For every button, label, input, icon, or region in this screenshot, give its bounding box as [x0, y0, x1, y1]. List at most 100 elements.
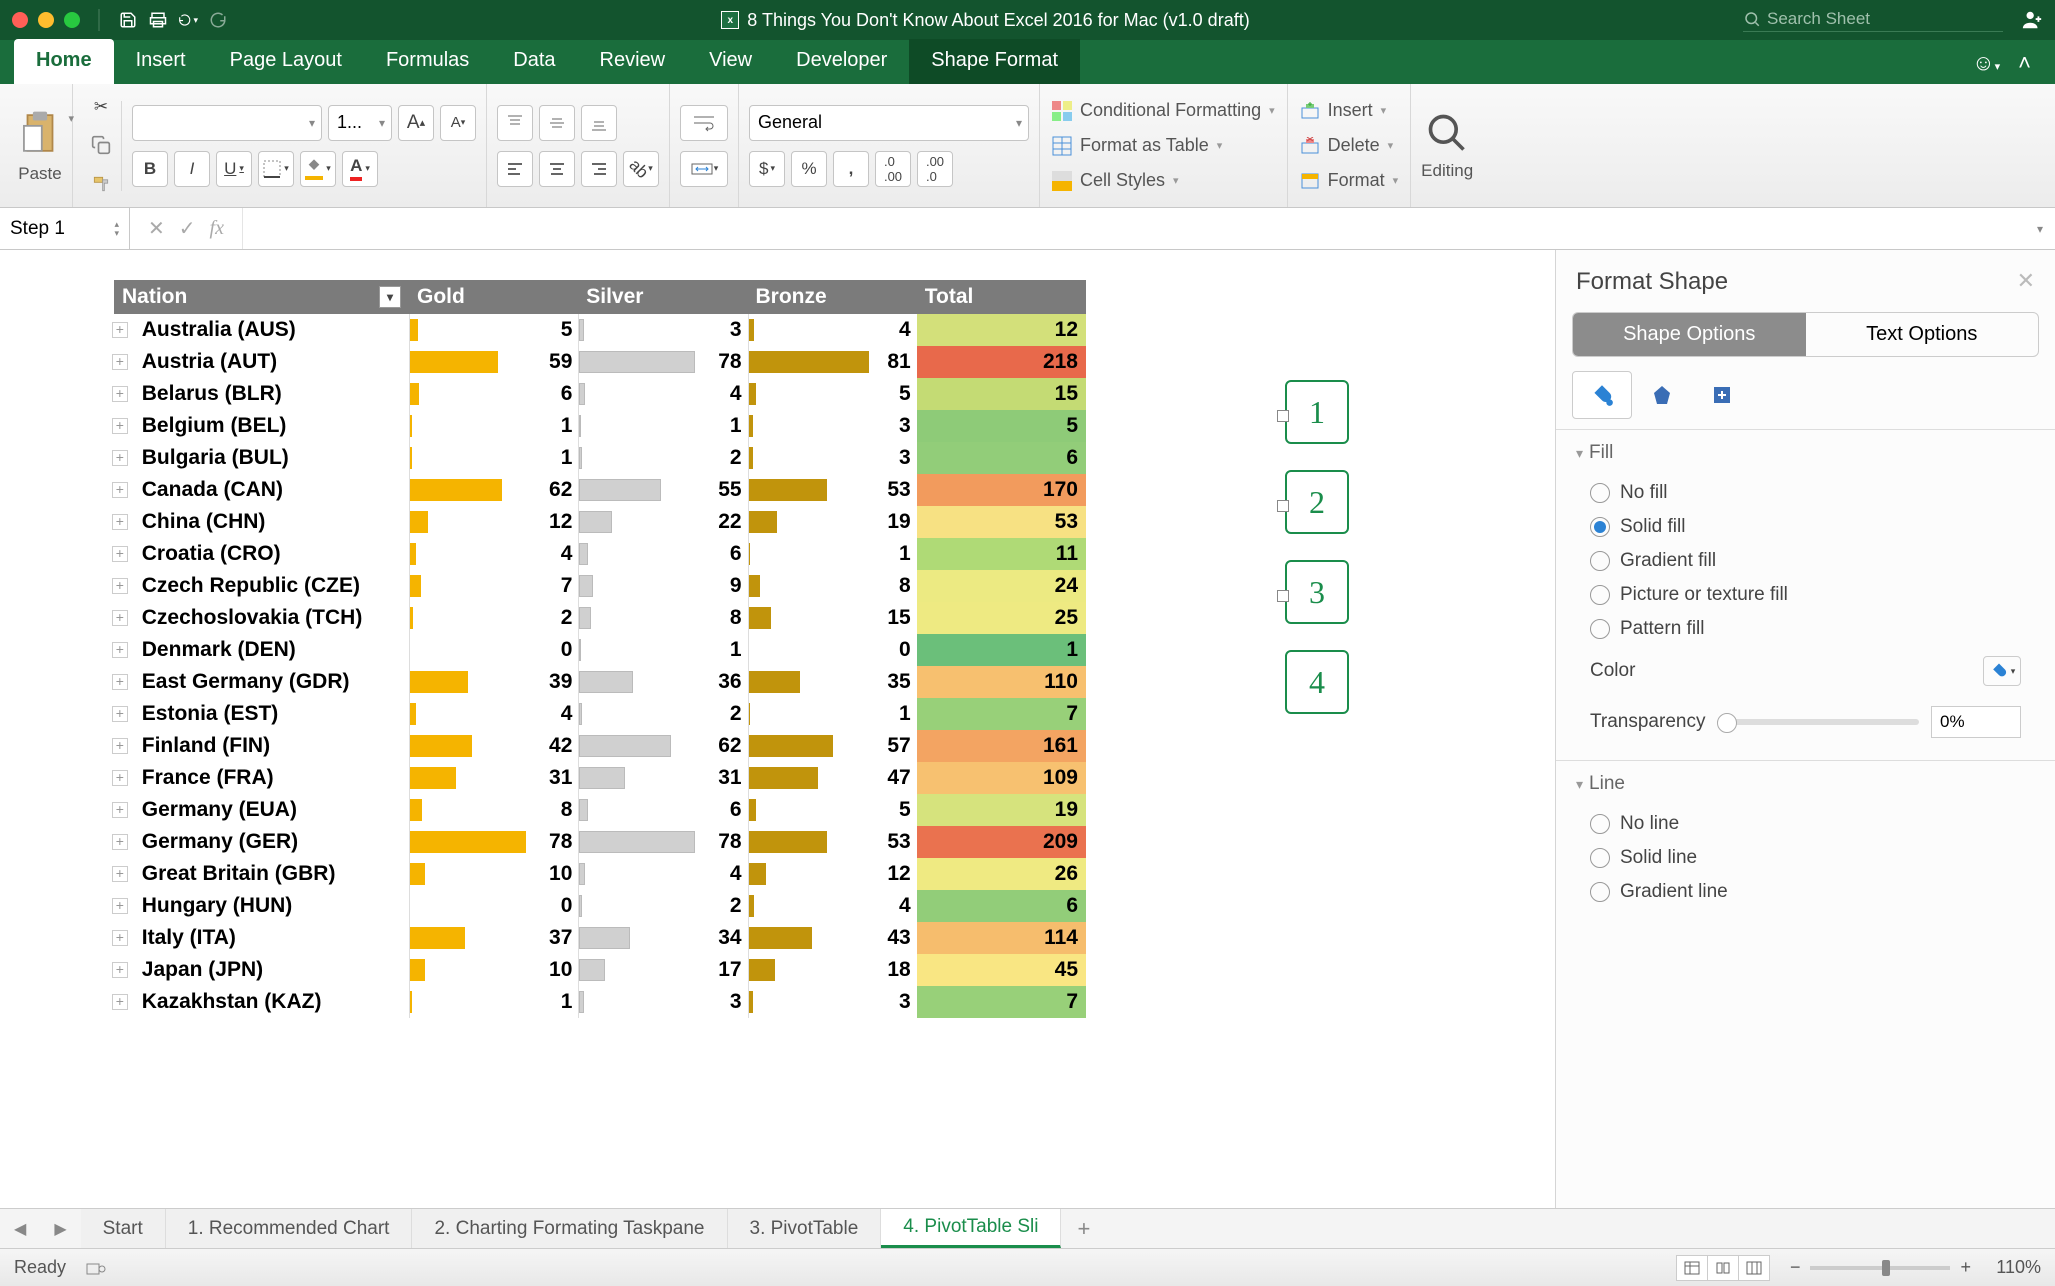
align-left-icon[interactable] [497, 151, 533, 187]
tab-home[interactable]: Home [14, 39, 114, 84]
table-row[interactable]: + Czechoslovakia (TCH) 2 8 15 25 [114, 602, 1086, 634]
fill-option[interactable]: No fill [1576, 476, 2035, 510]
collapse-ribbon-icon[interactable]: ˄ [2018, 50, 2031, 76]
decrease-decimal-icon[interactable]: .00.0 [917, 151, 953, 187]
header-silver[interactable]: Silver [578, 280, 747, 314]
tab-shape-format[interactable]: Shape Format [909, 39, 1080, 84]
increase-font-icon[interactable]: A▴ [398, 105, 434, 141]
fill-color-picker[interactable]: ▾ [1983, 656, 2021, 686]
sheet-tab[interactable]: Start [81, 1209, 166, 1248]
save-icon[interactable] [118, 10, 138, 30]
redo-icon[interactable] [208, 10, 228, 30]
cut-icon[interactable]: ✂ [83, 92, 119, 122]
text-options-tab[interactable]: Text Options [1806, 313, 2039, 356]
close-window-icon[interactable] [12, 12, 28, 28]
expand-icon[interactable]: + [112, 578, 128, 594]
tab-data[interactable]: Data [491, 39, 577, 84]
table-row[interactable]: + Italy (ITA) 37 34 43 114 [114, 922, 1086, 954]
page-break-view-icon[interactable] [1738, 1255, 1770, 1281]
normal-view-icon[interactable] [1676, 1255, 1708, 1281]
expand-icon[interactable]: + [112, 418, 128, 434]
table-row[interactable]: + France (FRA) 31 31 47 109 [114, 762, 1086, 794]
fill-option[interactable]: Picture or texture fill [1576, 578, 2035, 612]
copy-icon[interactable] [83, 130, 119, 160]
table-row[interactable]: + Kazakhstan (KAZ) 1 3 3 7 [114, 986, 1086, 1018]
number-format-select[interactable]: General [749, 105, 1029, 141]
table-row[interactable]: + Hungary (HUN) 0 2 4 6 [114, 890, 1086, 922]
expand-icon[interactable]: + [112, 450, 128, 466]
fill-option[interactable]: Pattern fill [1576, 612, 2035, 646]
shape-options-tab[interactable]: Shape Options [1573, 313, 1806, 356]
shape-step-1[interactable]: 1 [1285, 380, 1349, 444]
delete-cells-button[interactable]: Delete▾ [1298, 131, 1401, 160]
expand-icon[interactable]: + [112, 610, 128, 626]
expand-icon[interactable]: + [112, 962, 128, 978]
expand-icon[interactable]: + [112, 674, 128, 690]
enter-formula-icon[interactable]: ✓ [179, 216, 196, 241]
window-controls[interactable] [12, 12, 80, 28]
expand-icon[interactable]: + [112, 482, 128, 498]
align-middle-icon[interactable] [539, 105, 575, 141]
zoom-level[interactable]: 110% [1981, 1257, 2041, 1278]
fill-option[interactable]: Gradient fill [1576, 544, 2035, 578]
comma-button[interactable]: , [833, 151, 869, 187]
expand-icon[interactable]: + [112, 802, 128, 818]
align-bottom-icon[interactable] [581, 105, 617, 141]
table-row[interactable]: + Austria (AUT) 59 78 81 218 [114, 346, 1086, 378]
line-option[interactable]: No line [1576, 807, 2035, 841]
cancel-formula-icon[interactable]: ✕ [148, 216, 165, 241]
table-row[interactable]: + Australia (AUS) 5 3 4 12 [114, 314, 1086, 346]
print-icon[interactable] [148, 10, 168, 30]
table-row[interactable]: + Czech Republic (CZE) 7 9 8 24 [114, 570, 1086, 602]
fill-section-header[interactable]: Fill [1576, 442, 2035, 464]
tab-review[interactable]: Review [578, 39, 688, 84]
pivot-table[interactable]: Nation▾ Gold Silver Bronze Total + Austr… [114, 280, 1086, 1018]
expand-icon[interactable]: + [112, 386, 128, 402]
radio-icon[interactable] [1590, 882, 1610, 902]
sheet-tab[interactable]: 1. Recommended Chart [166, 1209, 413, 1248]
align-right-icon[interactable] [581, 151, 617, 187]
sheet-tab[interactable]: 3. PivotTable [728, 1209, 882, 1248]
table-row[interactable]: + Germany (GER) 78 78 53 209 [114, 826, 1086, 858]
expand-icon[interactable]: + [112, 354, 128, 370]
shape-step-4[interactable]: 4 [1285, 650, 1349, 714]
conditional-formatting-button[interactable]: Conditional Formatting▾ [1050, 96, 1277, 125]
selected-shapes-group[interactable]: 1 2 3 4 [1285, 380, 1349, 740]
tab-page-layout[interactable]: Page Layout [208, 39, 364, 84]
add-sheet-button[interactable]: + [1061, 1216, 1106, 1242]
emoji-icon[interactable]: ☺▾ [1972, 50, 2000, 76]
header-total[interactable]: Total [917, 280, 1086, 314]
table-row[interactable]: + Germany (EUA) 8 6 5 19 [114, 794, 1086, 826]
sheet-tab[interactable]: 2. Charting Formating Taskpane [412, 1209, 727, 1248]
transparency-slider[interactable] [1717, 719, 1919, 725]
expand-icon[interactable]: + [112, 546, 128, 562]
share-icon[interactable] [2021, 9, 2043, 31]
shape-step-2[interactable]: 2 [1285, 470, 1349, 534]
insert-cells-button[interactable]: Insert▾ [1298, 96, 1401, 125]
bold-button[interactable]: B [132, 151, 168, 187]
align-center-icon[interactable] [539, 151, 575, 187]
size-tab-icon[interactable] [1692, 371, 1752, 419]
fill-color-button[interactable]: ▾ [300, 151, 336, 187]
effects-tab-icon[interactable] [1632, 371, 1692, 419]
table-row[interactable]: + Great Britain (GBR) 10 4 12 26 [114, 858, 1086, 890]
table-row[interactable]: + China (CHN) 12 22 19 53 [114, 506, 1086, 538]
line-option[interactable]: Gradient line [1576, 875, 2035, 909]
percent-button[interactable]: % [791, 151, 827, 187]
font-size-select[interactable]: 1... [328, 105, 392, 141]
radio-icon[interactable] [1590, 585, 1610, 605]
format-as-table-button[interactable]: Format as Table▾ [1050, 131, 1277, 160]
expand-icon[interactable]: + [112, 738, 128, 754]
borders-button[interactable]: ▾ [258, 151, 294, 187]
worksheet-area[interactable]: Nation▾ Gold Silver Bronze Total + Austr… [0, 250, 1555, 1208]
expand-icon[interactable]: + [112, 514, 128, 530]
zoom-out-button[interactable]: − [1790, 1257, 1801, 1278]
italic-button[interactable]: I [174, 151, 210, 187]
sheet-tab[interactable]: 4. PivotTable Sli [881, 1209, 1061, 1248]
currency-button[interactable]: $▾ [749, 151, 785, 187]
transparency-input[interactable] [1931, 706, 2021, 738]
expand-icon[interactable]: + [112, 930, 128, 946]
table-row[interactable]: + East Germany (GDR) 39 36 35 110 [114, 666, 1086, 698]
table-row[interactable]: + Croatia (CRO) 4 6 1 11 [114, 538, 1086, 570]
orientation-button[interactable]: ab▾ [623, 151, 659, 187]
